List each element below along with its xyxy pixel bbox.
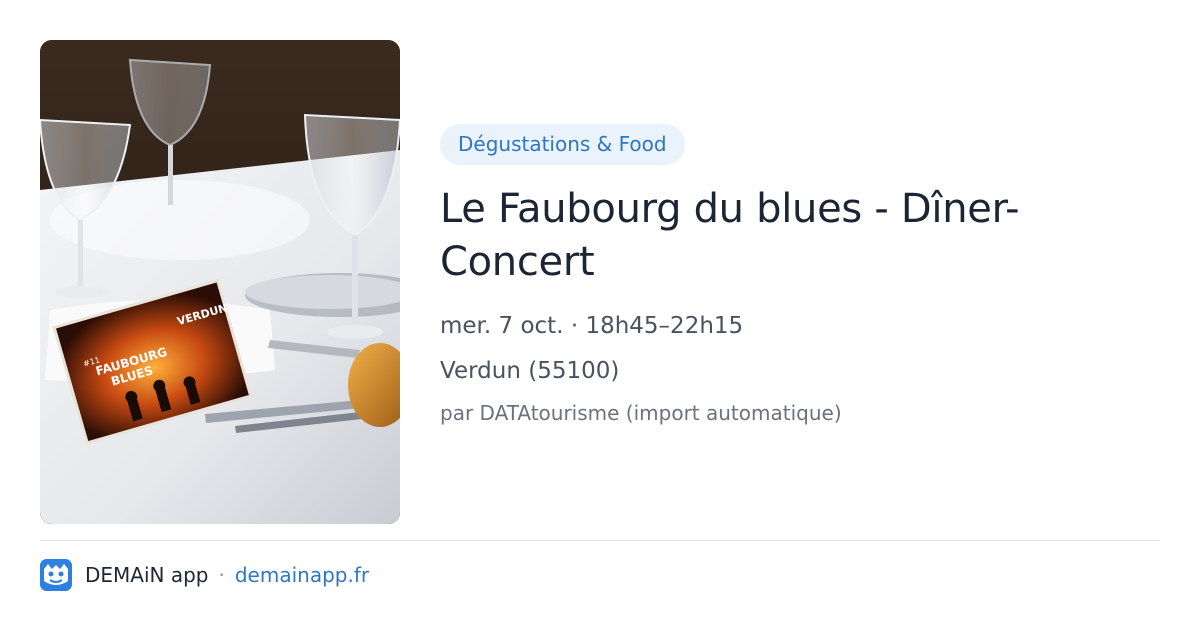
footer: DEMAiN app · demainapp.fr [40, 558, 369, 592]
event-source: par DATAtourisme (import automatique) [440, 401, 842, 425]
app-logo-icon [40, 559, 72, 591]
footer-separator: · [218, 563, 225, 587]
app-url-link[interactable]: demainapp.fr [235, 563, 369, 587]
event-location: Verdun (55100) [440, 358, 620, 384]
app-name: DEMAiN app [85, 563, 209, 587]
category-badge: Dégustations & Food [440, 124, 685, 165]
event-photo: VERDUN #11 FAUBOURG BLUES [40, 40, 400, 524]
footer-divider [40, 540, 1160, 541]
event-share-card: VERDUN #11 FAUBOURG BLUES Dégustations &… [0, 0, 1200, 630]
dinner-table-illustration: VERDUN #11 FAUBOURG BLUES [40, 40, 400, 524]
event-datetime: mer. 7 oct. · 18h45–22h15 [440, 313, 744, 339]
event-details: Dégustations & Food Le Faubourg du blues… [440, 124, 1160, 427]
event-title: Le Faubourg du blues - Dîner-Concert [440, 186, 1020, 285]
